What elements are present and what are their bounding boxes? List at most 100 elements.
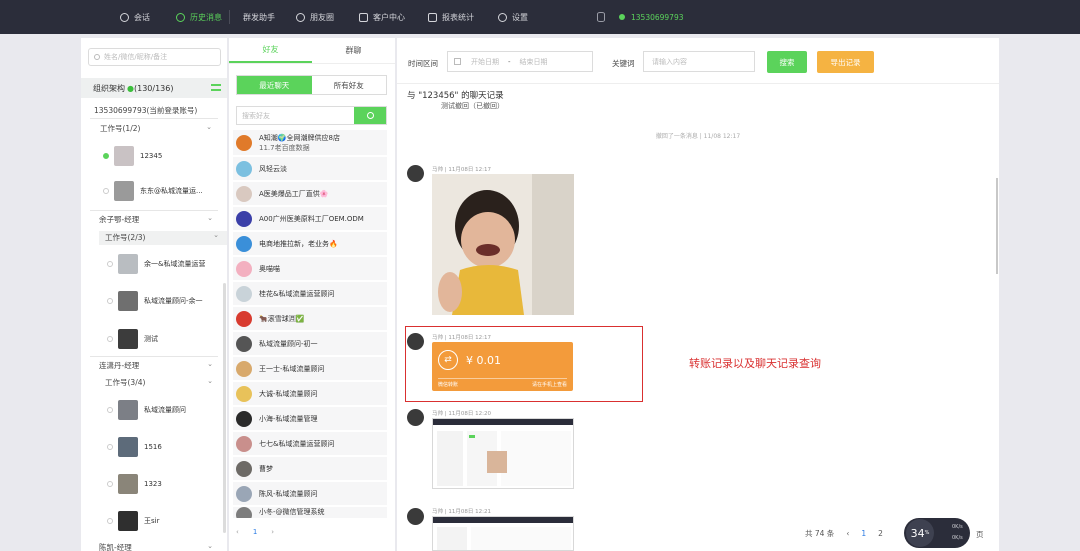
radio[interactable] xyxy=(107,518,113,524)
friend-name: A00广州医美原料工厂OEM.ODM xyxy=(259,214,364,223)
radio[interactable] xyxy=(107,407,113,413)
pager-suffix: 页 xyxy=(976,530,984,539)
database-icon[interactable] xyxy=(597,12,605,22)
radio[interactable] xyxy=(107,444,113,450)
radio[interactable] xyxy=(103,188,109,194)
radio[interactable] xyxy=(107,336,113,342)
export-button[interactable]: 导出记录 xyxy=(817,51,874,73)
manager-row[interactable]: 陈凯-经理 ⌄ xyxy=(99,542,221,551)
radio[interactable] xyxy=(107,481,113,487)
subtab-all[interactable]: 所有好友 xyxy=(312,76,387,94)
friend-item[interactable]: 风轻云淡 xyxy=(233,157,387,181)
keyword-input[interactable]: 请输入内容 xyxy=(643,51,755,72)
highlight-box xyxy=(405,326,643,402)
friend-name: 电商地推拉新，老业务🔥 xyxy=(259,239,338,248)
avatar xyxy=(236,235,252,252)
screenshot-message[interactable] xyxy=(432,516,574,551)
pager-page-2[interactable]: 2 xyxy=(878,529,883,538)
friend-item[interactable]: 桂花&私域流量运营顾问 xyxy=(233,282,387,306)
pager-page-1[interactable]: 1 xyxy=(861,529,866,538)
radio[interactable] xyxy=(107,298,113,304)
start-date-input[interactable]: 开始日期 xyxy=(471,57,499,67)
avatar xyxy=(118,474,138,494)
nav-moments[interactable]: 朋友圈 xyxy=(296,0,334,34)
pager-prev[interactable]: ‹ xyxy=(846,529,849,538)
account-row[interactable]: 13530699793(当前登录账号) xyxy=(94,105,240,116)
screenshot-thumbnail xyxy=(437,431,571,486)
search-button[interactable]: 搜索 xyxy=(767,51,807,73)
nav-broadcast[interactable]: 群发助手 xyxy=(243,0,275,34)
chevron-down-icon: ⌄ xyxy=(206,123,212,131)
group-row[interactable]: 工作号(2/3) ⌄ xyxy=(99,231,227,245)
chevron-down-icon: ⌄ xyxy=(207,377,213,385)
friend-item[interactable]: 大诚-私域流量顾问 xyxy=(233,382,387,406)
group-row[interactable]: 工作号(1/2) ⌄ xyxy=(100,123,220,134)
nav-chat[interactable]: 会话 xyxy=(120,0,150,34)
scrollbar[interactable] xyxy=(996,178,998,274)
recalled-message: 测试撤回（已撤回） xyxy=(441,102,504,110)
friend-item[interactable]: A知潮🌍全网潮牌供应8店 11.7老百度数据 xyxy=(233,130,387,156)
contact-name: 1516 xyxy=(144,443,162,451)
pager-current[interactable]: 1 xyxy=(253,528,257,536)
date-range-picker[interactable]: 开始日期 - 结束日期 xyxy=(447,51,593,72)
friend-search-button[interactable] xyxy=(354,107,386,124)
friend-item[interactable]: 奥喵喵 xyxy=(233,257,387,281)
network-monitor-widget[interactable]: 34% 0K/s 0K/s xyxy=(904,518,970,548)
manager-row[interactable]: 余子鄂-经理 ⌄ xyxy=(99,214,221,225)
avatar xyxy=(236,435,252,452)
contact-name: 1323 xyxy=(144,480,162,488)
friend-item[interactable]: 七七&私域流量运营顾问 xyxy=(233,432,387,456)
friend-item[interactable]: 王一士-私域流量顾问 xyxy=(233,357,387,381)
account-number: 13530699793 xyxy=(631,12,684,22)
org-header[interactable]: 组织架构 ● (130/136) xyxy=(81,78,227,98)
pager-next[interactable]: › xyxy=(271,528,274,536)
pager-prev[interactable]: ‹ xyxy=(236,528,239,536)
avatar xyxy=(236,410,252,427)
range-dash: - xyxy=(508,57,511,66)
account-row-label: 13530699793(当前登录账号) xyxy=(94,106,198,115)
scrollbar[interactable] xyxy=(223,283,226,533)
tree-toggle-icon[interactable] xyxy=(211,84,221,91)
friend-item[interactable]: 陈风-私域流量顾问 xyxy=(233,482,387,506)
friend-preview: 11.7老百度数据 xyxy=(259,143,310,152)
screenshot-message[interactable] xyxy=(432,418,574,489)
nav-customers[interactable]: 客户中心 xyxy=(359,0,405,34)
friend-item[interactable]: 曹梦 xyxy=(233,457,387,481)
subtab-recent[interactable]: 最近聊天 xyxy=(237,76,312,94)
tab-groups[interactable]: 群聊 xyxy=(312,38,395,63)
group-row[interactable]: 工作号(3/4) ⌄ xyxy=(105,377,221,388)
friend-subtabs: 最近聊天 所有好友 xyxy=(236,75,387,95)
nav-history[interactable]: 历史消息 xyxy=(176,0,222,34)
account-menu[interactable]: 13530699793 xyxy=(619,0,684,34)
friend-panel: 好友 群聊 最近聊天 所有好友 搜索好友 A知潮🌍全网潮牌供应8店 11.7老百度… xyxy=(229,38,395,551)
org-count: (130/136) xyxy=(133,83,174,93)
bar-chart-icon xyxy=(428,12,437,22)
friend-search-input[interactable]: 搜索好友 xyxy=(237,107,354,124)
avatar xyxy=(114,146,134,166)
photo-message[interactable] xyxy=(432,174,574,315)
contact-item[interactable]: 东东@私城流量运... xyxy=(103,178,249,204)
contact-name: 余一&私域流量运营 xyxy=(144,260,206,268)
tab-friends[interactable]: 好友 xyxy=(229,38,312,63)
download-speed: 0K/s xyxy=(952,535,963,541)
radio-selected[interactable] xyxy=(103,153,109,159)
nav-reports[interactable]: 报表统计 xyxy=(428,0,474,34)
friend-item[interactable]: 小海-私域流量管理 xyxy=(233,407,387,431)
contact-item[interactable]: 12345 xyxy=(103,143,249,169)
friend-item[interactable]: A医美爆品工厂直供🌸 xyxy=(233,182,387,206)
friend-item[interactable]: 电商地推拉新，老业务🔥 xyxy=(233,232,387,256)
calendar-icon xyxy=(454,58,461,65)
friend-name: 陈风-私域流量顾问 xyxy=(259,489,318,498)
search-icon xyxy=(366,112,374,119)
friend-item[interactable]: 🐂滚雪球🈷✅ xyxy=(233,307,387,331)
end-date-input[interactable]: 结束日期 xyxy=(520,57,548,67)
friend-item[interactable]: 私域流量顾问-初一 xyxy=(233,332,387,356)
radio[interactable] xyxy=(107,261,113,267)
friend-item[interactable]: 小冬-@微信管理系统 xyxy=(233,507,387,519)
manager-row[interactable]: 连潇丹-经理 ⌄ xyxy=(99,360,221,371)
nav-settings[interactable]: 设置 xyxy=(498,0,528,34)
friend-item[interactable]: A00广州医美原料工厂OEM.ODM xyxy=(233,207,387,231)
avatar xyxy=(236,260,252,277)
contact-search-input[interactable]: 姓名/微信/昵称/备注 xyxy=(88,48,221,66)
chevron-down-icon: ⌄ xyxy=(207,542,213,550)
